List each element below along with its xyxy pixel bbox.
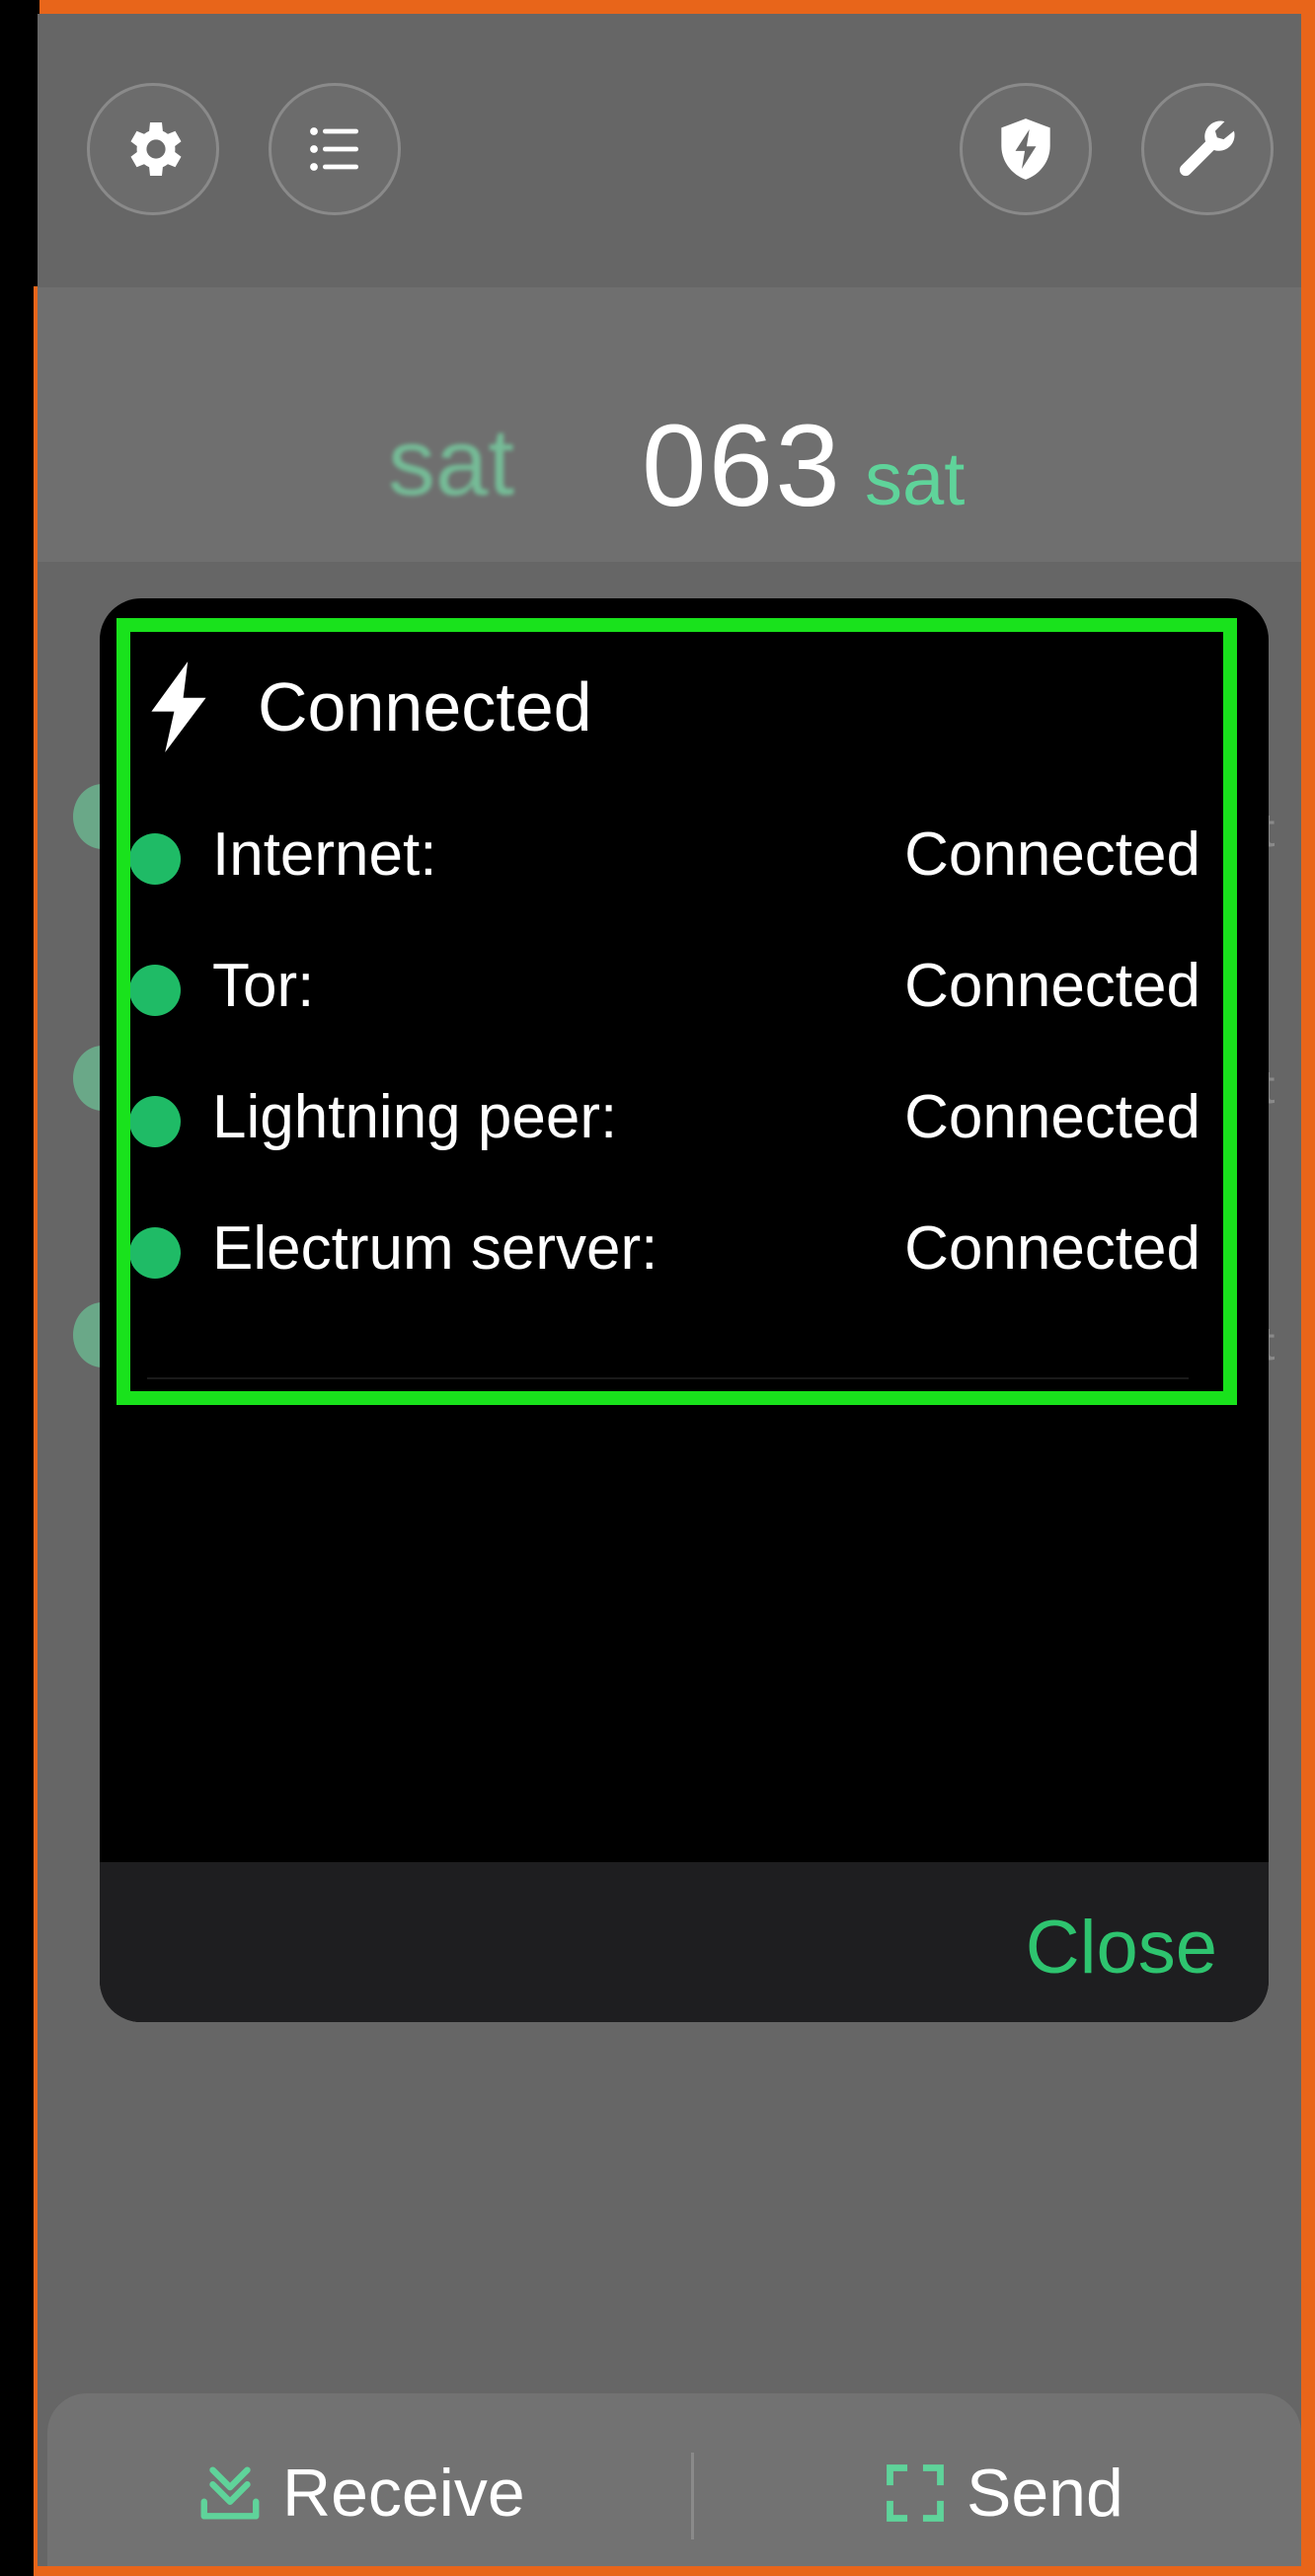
receive-label: Receive [282, 2456, 525, 2531]
list-icon [310, 127, 358, 171]
send-label: Send [967, 2456, 1123, 2531]
balance-unit-blurred: sat [388, 410, 515, 515]
frame-left-edge [0, 0, 34, 2576]
scan-icon [887, 2464, 944, 2522]
send-button[interactable]: Send [882, 2455, 1123, 2532]
connection-status-button[interactable] [960, 83, 1092, 215]
receive-button[interactable]: Receive [195, 2455, 525, 2532]
balance-unit: sat [865, 437, 966, 521]
connection-status-dialog: Connected Internet: Connected Tor: Conne… [100, 598, 1269, 2022]
bottom-divider [691, 2453, 694, 2539]
gear-icon [130, 122, 182, 176]
close-button[interactable]: Close [1026, 1905, 1217, 1991]
bottom-action-bar: Receive Send [47, 2393, 1301, 2566]
balance-amount: 063 [642, 401, 842, 531]
tools-button[interactable] [1141, 83, 1274, 215]
settings-button[interactable] [87, 83, 219, 215]
highlight-box [116, 618, 1237, 1405]
shield-bolt-icon [1001, 118, 1050, 180]
frame-left-edge-top [0, 0, 39, 286]
wrench-icon [1179, 120, 1235, 177]
modal-footer: Close [100, 1862, 1269, 2022]
transactions-list-button[interactable] [269, 83, 401, 215]
receive-download-icon [200, 2466, 260, 2520]
app-screen: sat 063 sat t t t Connected Internet: Co… [38, 14, 1301, 2566]
